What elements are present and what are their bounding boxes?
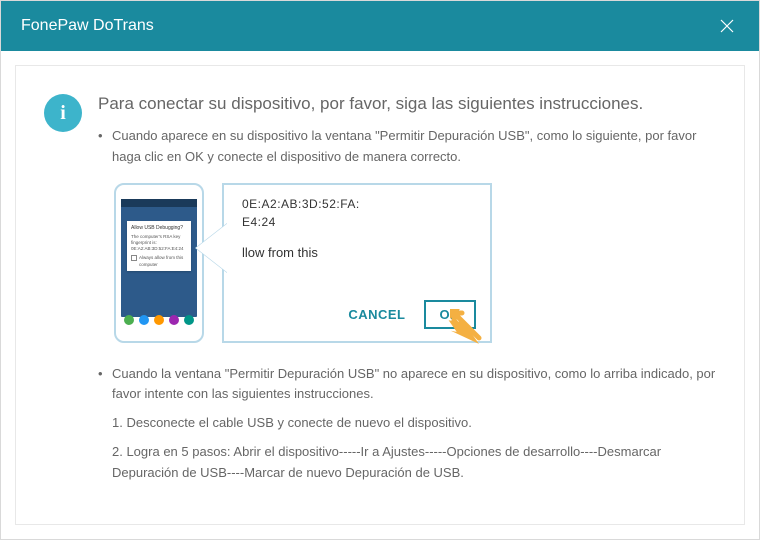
- step-2: 2. Logra en 5 pasos: Abrir el dispositiv…: [112, 442, 716, 484]
- phone-dock: [122, 315, 196, 325]
- panel-button-row: CANCEL OK: [348, 300, 476, 329]
- instruction-bullet-2: Cuando la ventana "Permitir Depuración U…: [98, 364, 716, 406]
- app-window: FonePaw DoTrans i Para conectar su dispo…: [0, 0, 760, 540]
- dock-icon-4: [169, 315, 179, 325]
- phone-dialog-checkbox: Always allow from this computer: [131, 255, 187, 268]
- phone-dialog-title: Allow USB Debugging?: [131, 225, 187, 232]
- dock-icon-5: [184, 315, 194, 325]
- step-1: 1. Desconecte el cable USB y conecte de …: [112, 413, 716, 434]
- dock-icon-3: [154, 315, 164, 325]
- titlebar: FonePaw DoTrans: [1, 1, 759, 51]
- zoom-panel: 0E:A2:AB:3D:52:FA: E4:24 llow from this …: [222, 183, 492, 343]
- dock-icon-1: [124, 315, 134, 325]
- instruction-bullet-1: Cuando aparece en su dispositivo la vent…: [98, 126, 716, 168]
- panel-mac-line2: E4:24: [242, 213, 476, 231]
- cancel-button[interactable]: CANCEL: [348, 307, 405, 322]
- phone-usb-dialog: Allow USB Debugging? The computer's RSA …: [127, 221, 191, 271]
- callout-pointer: [196, 223, 228, 273]
- panel-mac-line1: 0E:A2:AB:3D:52:FA:: [242, 195, 476, 213]
- phone-statusbar: [121, 199, 197, 207]
- phone-dialog-mac: 0E:A2:AB:3D:52:FA:E4:24: [131, 246, 187, 252]
- instructions-heading: Para conectar su dispositivo, por favor,…: [98, 94, 716, 114]
- instructions-main: Para conectar su dispositivo, por favor,…: [98, 94, 716, 504]
- illustration: Allow USB Debugging? The computer's RSA …: [114, 178, 716, 348]
- phone-dialog-body: The computer's RSA key fingerprint is:: [131, 234, 187, 247]
- phone-screen: Allow USB Debugging? The computer's RSA …: [121, 199, 197, 317]
- content-panel: i Para conectar su dispositivo, por favo…: [15, 65, 745, 525]
- close-icon: [719, 18, 735, 34]
- info-icon-glyph: i: [60, 102, 66, 125]
- dock-icon-2: [139, 315, 149, 325]
- ok-button[interactable]: OK: [424, 300, 477, 329]
- phone-mockup: Allow USB Debugging? The computer's RSA …: [114, 183, 204, 343]
- ok-button-label: OK: [440, 307, 461, 322]
- window-title: FonePaw DoTrans: [21, 17, 154, 35]
- close-button[interactable]: [715, 14, 739, 38]
- info-icon: i: [44, 94, 82, 132]
- panel-allow-text: llow from this: [242, 245, 476, 260]
